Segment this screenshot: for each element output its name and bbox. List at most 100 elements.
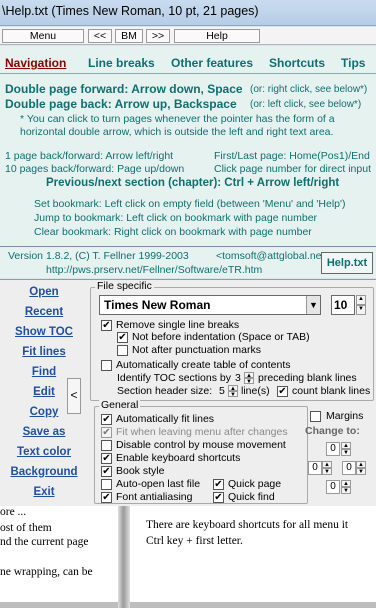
disable-mouse-checkbox[interactable] (101, 440, 112, 451)
tab-other-features[interactable]: Other features (171, 56, 253, 70)
help-nav-left1: 1 page back/forward: Arrow left/right (5, 150, 174, 162)
exit-button[interactable]: Exit (4, 486, 84, 504)
change-to-label: Change to: (305, 425, 360, 437)
margin-left-up-icon[interactable]: ▲ (322, 461, 332, 468)
settings-dialog: Open Recent Show TOC Fit lines Find Edit… (0, 279, 376, 506)
left-page[interactable]: ore ... ost of them nd the current page … (0, 506, 118, 602)
fit-lines-button[interactable]: Fit lines (4, 346, 84, 364)
font-antialiasing-checkbox[interactable]: ✔ (101, 492, 112, 503)
right-page[interactable]: There are keyboard shortcuts for all men… (130, 506, 376, 602)
text-color-button[interactable]: Text color (4, 446, 84, 464)
document-area: ore ... ost of them nd the current page … (0, 506, 376, 608)
window-title-bar: \Help.txt (Times New Roman, 10 pt, 21 pa… (0, 0, 376, 26)
help-back-line: Double page back: Arrow up, Backspace (5, 97, 237, 111)
double-back-button[interactable]: << (88, 29, 112, 43)
margin-top-up-icon[interactable]: ▲ (341, 442, 351, 449)
show-toc-button[interactable]: Show TOC (4, 326, 84, 344)
file-specific-group: File specific Times New Roman ▼ 10 ▲ ▼ ✔… (90, 280, 374, 401)
auto-fit-checkbox[interactable]: ✔ (101, 414, 112, 425)
help-nav-right2: Click page number for direct input (214, 163, 371, 175)
quick-page-checkbox[interactable]: ✔ (213, 479, 224, 490)
help-bookmark-clear: Clear bookmark: Right click on bookmark … (34, 226, 312, 238)
font-size-value: 10 (334, 298, 348, 312)
help-panel: Navigation Line breaks Other features Sh… (0, 46, 376, 278)
margin-left-down-icon[interactable]: ▼ (322, 468, 332, 475)
general-group: General ✔ Automatically fit lines ✔ Fit … (94, 399, 308, 504)
count-blank-lines-checkbox[interactable]: ✔ (277, 386, 288, 397)
homepage-link[interactable]: http://pws.prserv.net/Fellner/Software/e… (46, 264, 262, 276)
margin-right-down-icon[interactable]: ▼ (356, 468, 366, 475)
font-select-value: Times New Roman (104, 298, 211, 312)
not-after-punct-label: Not after punctuation marks (132, 344, 261, 356)
margin-bottom-down-icon[interactable]: ▼ (341, 487, 351, 494)
auto-fit-label: Automatically fit lines (116, 413, 215, 425)
margins-checkbox[interactable] (310, 411, 321, 422)
tab-tips[interactable]: Tips (341, 56, 365, 70)
margin-left-field[interactable]: 0 (308, 461, 322, 475)
margin-right-up-icon[interactable]: ▲ (356, 461, 366, 468)
identify-toc-value[interactable]: 3 (235, 372, 241, 384)
menu-bar: Menu << BM >> Help (0, 27, 376, 45)
help-star-line1: * You can click to turn pages whenever t… (20, 113, 335, 125)
margin-right-field[interactable]: 0 (342, 461, 356, 475)
help-txt-button[interactable]: Help.txt (321, 252, 373, 274)
disable-mouse-label: Disable control by mouse movement (116, 439, 286, 451)
left-page-line: nd the current page (0, 536, 89, 548)
margin-top-down-icon[interactable]: ▼ (341, 449, 351, 456)
help-star-line2: horizontal double arrow, which is outsid… (20, 126, 334, 138)
auto-open-label: Auto-open last file (116, 478, 201, 490)
identify-down-arrow-icon[interactable]: ▼ (244, 378, 254, 385)
open-button[interactable]: Open (4, 286, 84, 304)
chevron-down-icon[interactable]: ▼ (306, 296, 320, 314)
quick-find-label: Quick find (228, 491, 275, 503)
version-text: Version 1.8.2, (C) T. Fellner 1999-2003 (8, 250, 189, 262)
size-up-arrow-icon[interactable]: ▲ (356, 295, 366, 305)
not-before-indent-checkbox[interactable]: ✔ (117, 332, 128, 343)
collapse-panel-button[interactable]: < (67, 378, 81, 414)
remove-single-breaks-label: Remove single line breaks (116, 319, 240, 331)
version-bar: Version 1.8.2, (C) T. Fellner 1999-2003 … (0, 246, 376, 278)
recent-button[interactable]: Recent (4, 306, 84, 324)
margin-top-field[interactable]: 0 (326, 442, 340, 456)
help-nav-left2: 10 pages back/forward: Page up/down (5, 163, 185, 175)
enable-keyboard-checkbox[interactable]: ✔ (101, 453, 112, 464)
author-email[interactable]: <tomsoft@attglobal.net> (216, 250, 331, 262)
header-size-suffix: line(s) (241, 385, 270, 397)
menu-button[interactable]: Menu (2, 29, 84, 43)
help-forward-line: Double page forward: Arrow down, Space (5, 82, 243, 96)
tab-shortcuts[interactable]: Shortcuts (269, 56, 325, 70)
size-down-arrow-icon[interactable]: ▼ (356, 305, 366, 315)
left-page-line: ne wrapping, can be (0, 566, 93, 578)
header-size-value[interactable]: 5 (219, 385, 225, 397)
tab-line-breaks[interactable]: Line breaks (88, 56, 155, 70)
help-bookmark-set: Set bookmark: Left click on empty field … (34, 198, 346, 210)
count-blank-lines-label: count blank lines (292, 385, 371, 397)
help-nav-right1: First/Last page: Home(Pos1)/End (214, 150, 370, 162)
margin-bottom-field[interactable]: 0 (326, 480, 340, 494)
quick-find-checkbox[interactable]: ✔ (213, 492, 224, 503)
background-button[interactable]: Background (4, 466, 84, 484)
font-select[interactable]: Times New Roman ▼ (99, 295, 321, 315)
bookmark-field[interactable]: BM (115, 29, 143, 43)
book-style-checkbox[interactable]: ✔ (101, 466, 112, 477)
double-forward-button[interactable]: >> (146, 29, 170, 43)
header-down-arrow-icon[interactable]: ▼ (228, 391, 238, 398)
enable-keyboard-label: Enable keyboard shortcuts (116, 452, 241, 464)
auto-toc-checkbox[interactable] (101, 360, 112, 371)
tab-navigation[interactable]: Navigation (5, 56, 66, 70)
font-antialiasing-label: Font antialiasing (116, 491, 193, 503)
identify-toc-suffix: preceding blank lines (258, 372, 357, 384)
remove-single-breaks-checkbox[interactable]: ✔ (101, 320, 112, 331)
margin-bottom-up-icon[interactable]: ▲ (341, 480, 351, 487)
not-after-punct-checkbox[interactable] (117, 345, 128, 356)
right-page-line: Ctrl key + first letter. (146, 535, 243, 547)
help-menu-button[interactable]: Help (174, 29, 260, 43)
auto-open-checkbox[interactable] (101, 479, 112, 490)
help-bookmark-jump: Jump to bookmark: Left click on bookmark… (34, 212, 318, 224)
save-as-button[interactable]: Save as (4, 426, 84, 444)
page-gutter (118, 506, 130, 608)
left-page-line: ost of them (0, 522, 52, 534)
window-title: \Help.txt (Times New Roman, 10 pt, 21 pa… (2, 4, 259, 18)
book-style-label: Book style (116, 465, 165, 477)
font-size-field[interactable]: 10 (331, 295, 355, 315)
